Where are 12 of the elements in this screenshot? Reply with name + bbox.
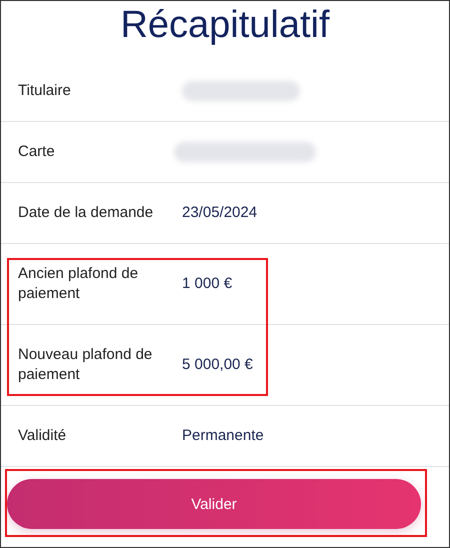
field-value: 5 000,00 € <box>182 355 254 375</box>
page-title: Récapitulatif <box>119 3 331 48</box>
field-label: Nouveau plafond de paiement <box>18 345 154 385</box>
field-label: Titulaire <box>18 81 72 101</box>
field-label: Ancien plafond de paiement <box>18 264 140 304</box>
field-value: 1 000 € <box>182 274 234 294</box>
field-value: Permanente <box>182 426 265 446</box>
field-value: 23/05/2024 <box>182 203 258 223</box>
field-label: Carte <box>18 142 56 162</box>
field-label: Date de la demande <box>18 203 154 223</box>
field-label: Validité <box>18 426 68 446</box>
validate-button[interactable]: Valider <box>7 479 421 529</box>
